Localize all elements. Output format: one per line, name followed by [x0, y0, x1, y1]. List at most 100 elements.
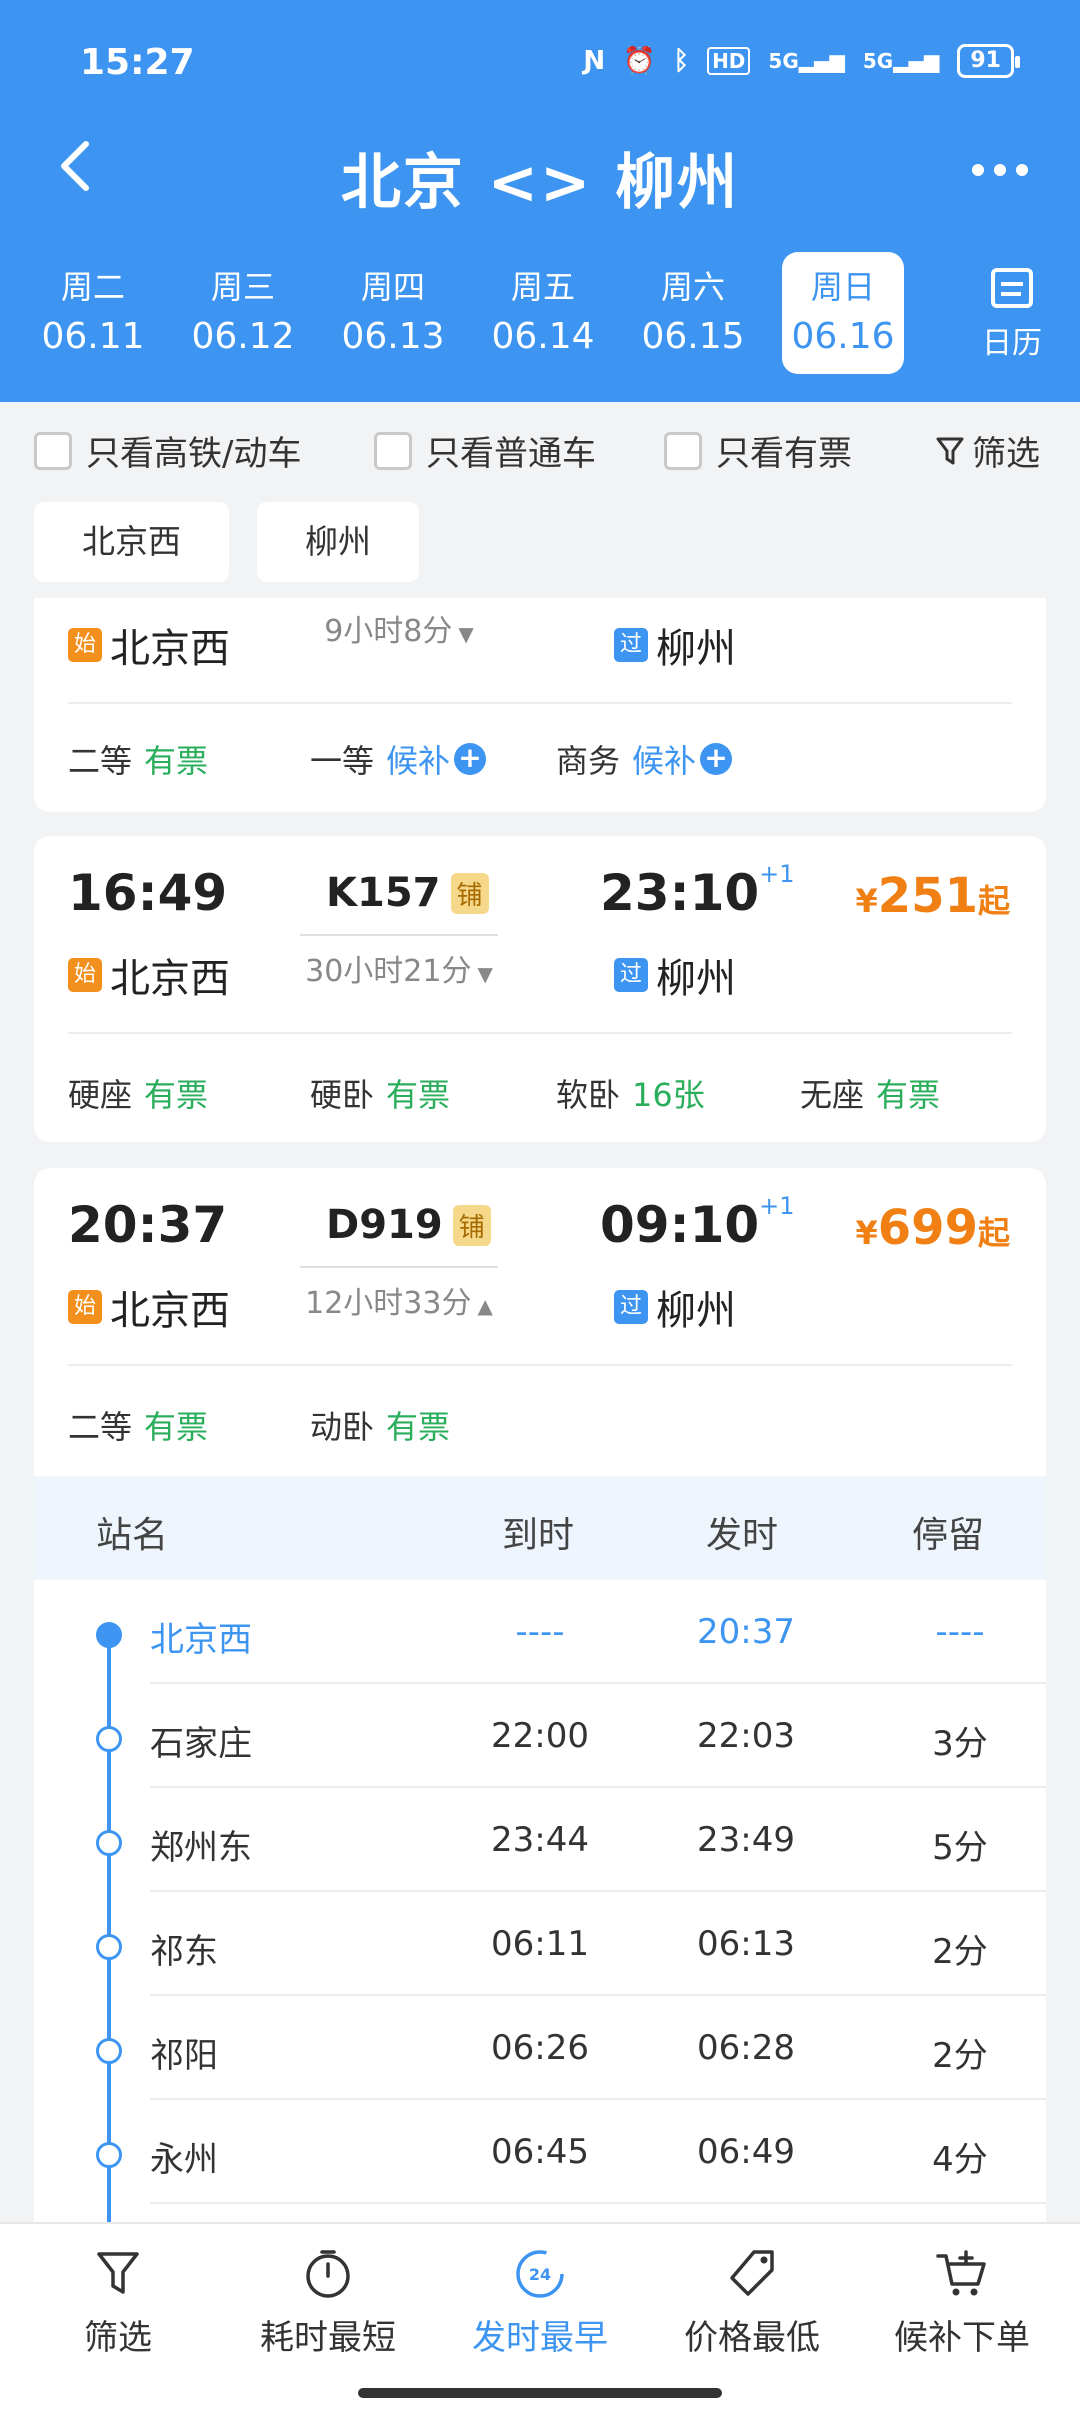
home-indicator[interactable] — [358, 2388, 722, 2398]
seat-status: 有票 — [144, 1076, 209, 1114]
seat-business-class[interactable]: 商务 候补 + — [556, 736, 733, 782]
add-waitlist-icon[interactable]: + — [700, 743, 733, 775]
clock-24-text: 24 — [529, 2265, 551, 2284]
nav-label: 发时最早 — [472, 2318, 608, 2358]
arrival-station-name: 柳州 — [656, 1288, 736, 1334]
seat-no-seat[interactable]: 无座 有票 — [800, 1070, 940, 1116]
status-icons: Ɲ ⏰ ᛒ HD 5G▂▄▆ 5G▂▄▆ 91 — [583, 44, 1020, 78]
expand-caret-icon: ▼ — [458, 622, 474, 646]
seat-hard-seat[interactable]: 硬座 有票 — [68, 1070, 208, 1116]
date-tab-0613[interactable]: 周四 06.13 — [332, 252, 454, 374]
pass-tag: 过 — [614, 628, 648, 662]
high-speed-only-checkbox[interactable]: 只看高铁/动车 — [34, 426, 301, 475]
checkbox-icon — [664, 431, 702, 470]
price: ¥ 699 起 — [856, 1200, 1010, 1256]
seat-status: 有票 — [386, 1408, 451, 1446]
arrival-station: 过 柳州 — [614, 1278, 736, 1336]
stops-table-header: 站名 到时 发时 停留 — [34, 1476, 1046, 1580]
filter-label: 只看高铁/动车 — [86, 434, 302, 474]
nav-label: 耗时最短 — [260, 2318, 396, 2358]
stop-arrive: 06:45 — [491, 2132, 589, 2172]
stop-depart: 23:49 — [697, 1820, 795, 1860]
filter-button[interactable]: 筛选 — [936, 426, 1040, 475]
weekday-label: 周六 — [660, 268, 725, 306]
bottom-nav: 筛选 耗时最短 24 发时最早 价格最低 候补下单 — [0, 2222, 1080, 2414]
filter-button-label: 筛选 — [972, 434, 1040, 474]
station-tab-departure[interactable]: 北京西 — [34, 502, 229, 582]
departure-time: 20:37 — [68, 1196, 228, 1254]
duration-text: 9小时8分 — [324, 614, 453, 649]
more-options-button[interactable] — [960, 138, 1040, 198]
more-dots-icon — [972, 164, 1028, 176]
available-only-checkbox[interactable]: 只看有票 — [664, 426, 852, 475]
seat-class: 硬卧 — [310, 1076, 375, 1114]
stop-depart: 20:37 — [697, 1612, 795, 1652]
stop-stay: 4分 — [932, 2140, 988, 2180]
status-bar: 15:27 Ɲ ⏰ ᛒ HD 5G▂▄▆ 5G▂▄▆ 91 — [0, 40, 1080, 90]
train-card[interactable]: 始 北京西 9小时8分 ▼ 过 柳州 二等 有票 一等 候补 + 商务 候补 + — [34, 598, 1046, 812]
seat-first-class[interactable]: 一等 候补 + — [310, 736, 487, 782]
stop-depart: 06:13 — [697, 1924, 795, 1964]
nav-filter[interactable]: 筛选 — [18, 2246, 218, 2359]
nav-shortest-duration[interactable]: 耗时最短 — [228, 2246, 428, 2359]
departure-station-name: 北京西 — [110, 1288, 230, 1334]
date-tab-0615[interactable]: 周六 06.15 — [632, 252, 754, 374]
date-tab-0611[interactable]: 周二 06.11 — [32, 252, 154, 374]
regular-only-checkbox[interactable]: 只看普通车 — [374, 426, 596, 475]
station-tab-arrival[interactable]: 柳州 — [257, 502, 419, 582]
seat-sleeper-emu[interactable]: 动卧 有票 — [310, 1402, 450, 1448]
seat-soft-sleeper[interactable]: 软卧 16张 — [556, 1070, 705, 1116]
timer-icon — [228, 2246, 428, 2302]
seat-second-class[interactable]: 二等 有票 — [68, 1402, 208, 1448]
alarm-icon: ⏰ — [623, 46, 656, 76]
row-divider — [150, 2202, 1046, 2204]
currency-symbol: ¥ — [855, 1214, 878, 1252]
seat-status: 候补 — [386, 742, 451, 780]
nav-lowest-price[interactable]: 价格最低 — [652, 2246, 852, 2359]
calendar-label: 日历 — [982, 326, 1042, 361]
departure-station: 始 北京西 — [68, 616, 230, 674]
seat-status: 有票 — [386, 1076, 451, 1114]
nav-label: 价格最低 — [684, 2318, 820, 2358]
stop-depart: 06:49 — [697, 2132, 795, 2172]
header: 15:27 Ɲ ⏰ ᛒ HD 5G▂▄▆ 5G▂▄▆ 91 北京 <> 柳州 周… — [0, 0, 1080, 402]
filter-label: 只看有票 — [716, 434, 852, 474]
cart-plus-icon — [862, 2246, 1062, 2302]
nav-earliest-departure[interactable]: 24 发时最早 — [440, 2246, 640, 2359]
stop-arrive: 06:26 — [491, 2028, 589, 2068]
col-stay: 停留 — [912, 1515, 985, 1556]
duration[interactable]: 30小时21分 ▼ — [300, 934, 498, 990]
seat-second-class[interactable]: 二等 有票 — [68, 736, 208, 782]
seat-class: 一等 — [310, 742, 375, 780]
clock-24-icon: 24 — [440, 2246, 640, 2302]
train-card-d919[interactable]: 20:37 D919 铺 09:10+1 ¥ 699 起 始 北京西 12小时3… — [34, 1168, 1046, 2268]
seat-status: 有票 — [144, 742, 209, 780]
battery-icon: 91 — [957, 44, 1020, 78]
stop-arrive: 22:00 — [491, 1716, 589, 1756]
bluetooth-icon: ᛒ — [673, 46, 690, 76]
stop-depart: 06:28 — [697, 2028, 795, 2068]
stop-row: 郑州东 23:44 23:49 5分 — [34, 1788, 1046, 1892]
duration-text: 12小时33分 — [305, 1286, 472, 1321]
add-waitlist-icon[interactable]: + — [454, 743, 487, 775]
date-tab-0614[interactable]: 周五 06.14 — [482, 252, 604, 374]
train-card-k157[interactable]: 16:49 K157 铺 23:10+1 ¥ 251 起 始 北京西 30小时2… — [34, 836, 1046, 1142]
date-selector: 周二 06.11 周三 06.12 周四 06.13 周五 06.14 周六 0… — [0, 252, 1080, 378]
start-tag: 始 — [68, 958, 102, 992]
weekday-label: 周二 — [60, 268, 125, 306]
calendar-button[interactable]: 日历 — [970, 252, 1054, 374]
nav-waitlist-order[interactable]: 候补下单 — [862, 2246, 1062, 2359]
arrival-station-name: 柳州 — [656, 956, 736, 1002]
price-suffix: 起 — [977, 1214, 1010, 1252]
stop-stay: 5分 — [932, 1828, 988, 1868]
checkbox-icon — [374, 431, 412, 470]
date-tab-0612[interactable]: 周三 06.12 — [182, 252, 304, 374]
stop-station: 北京西 — [150, 1620, 252, 1660]
col-arrive: 到时 — [502, 1515, 575, 1556]
duration[interactable]: 9小时8分 ▼ — [300, 598, 498, 650]
seat-hard-sleeper[interactable]: 硬卧 有票 — [310, 1070, 450, 1116]
filter-bar: 只看高铁/动车 只看普通车 只看有票 筛选 — [0, 402, 1080, 492]
stop-station: 郑州东 — [150, 1828, 252, 1868]
duration[interactable]: 12小时33分 ▲ — [300, 1266, 498, 1322]
date-tab-0616-selected[interactable]: 周日 06.16 — [782, 252, 904, 374]
